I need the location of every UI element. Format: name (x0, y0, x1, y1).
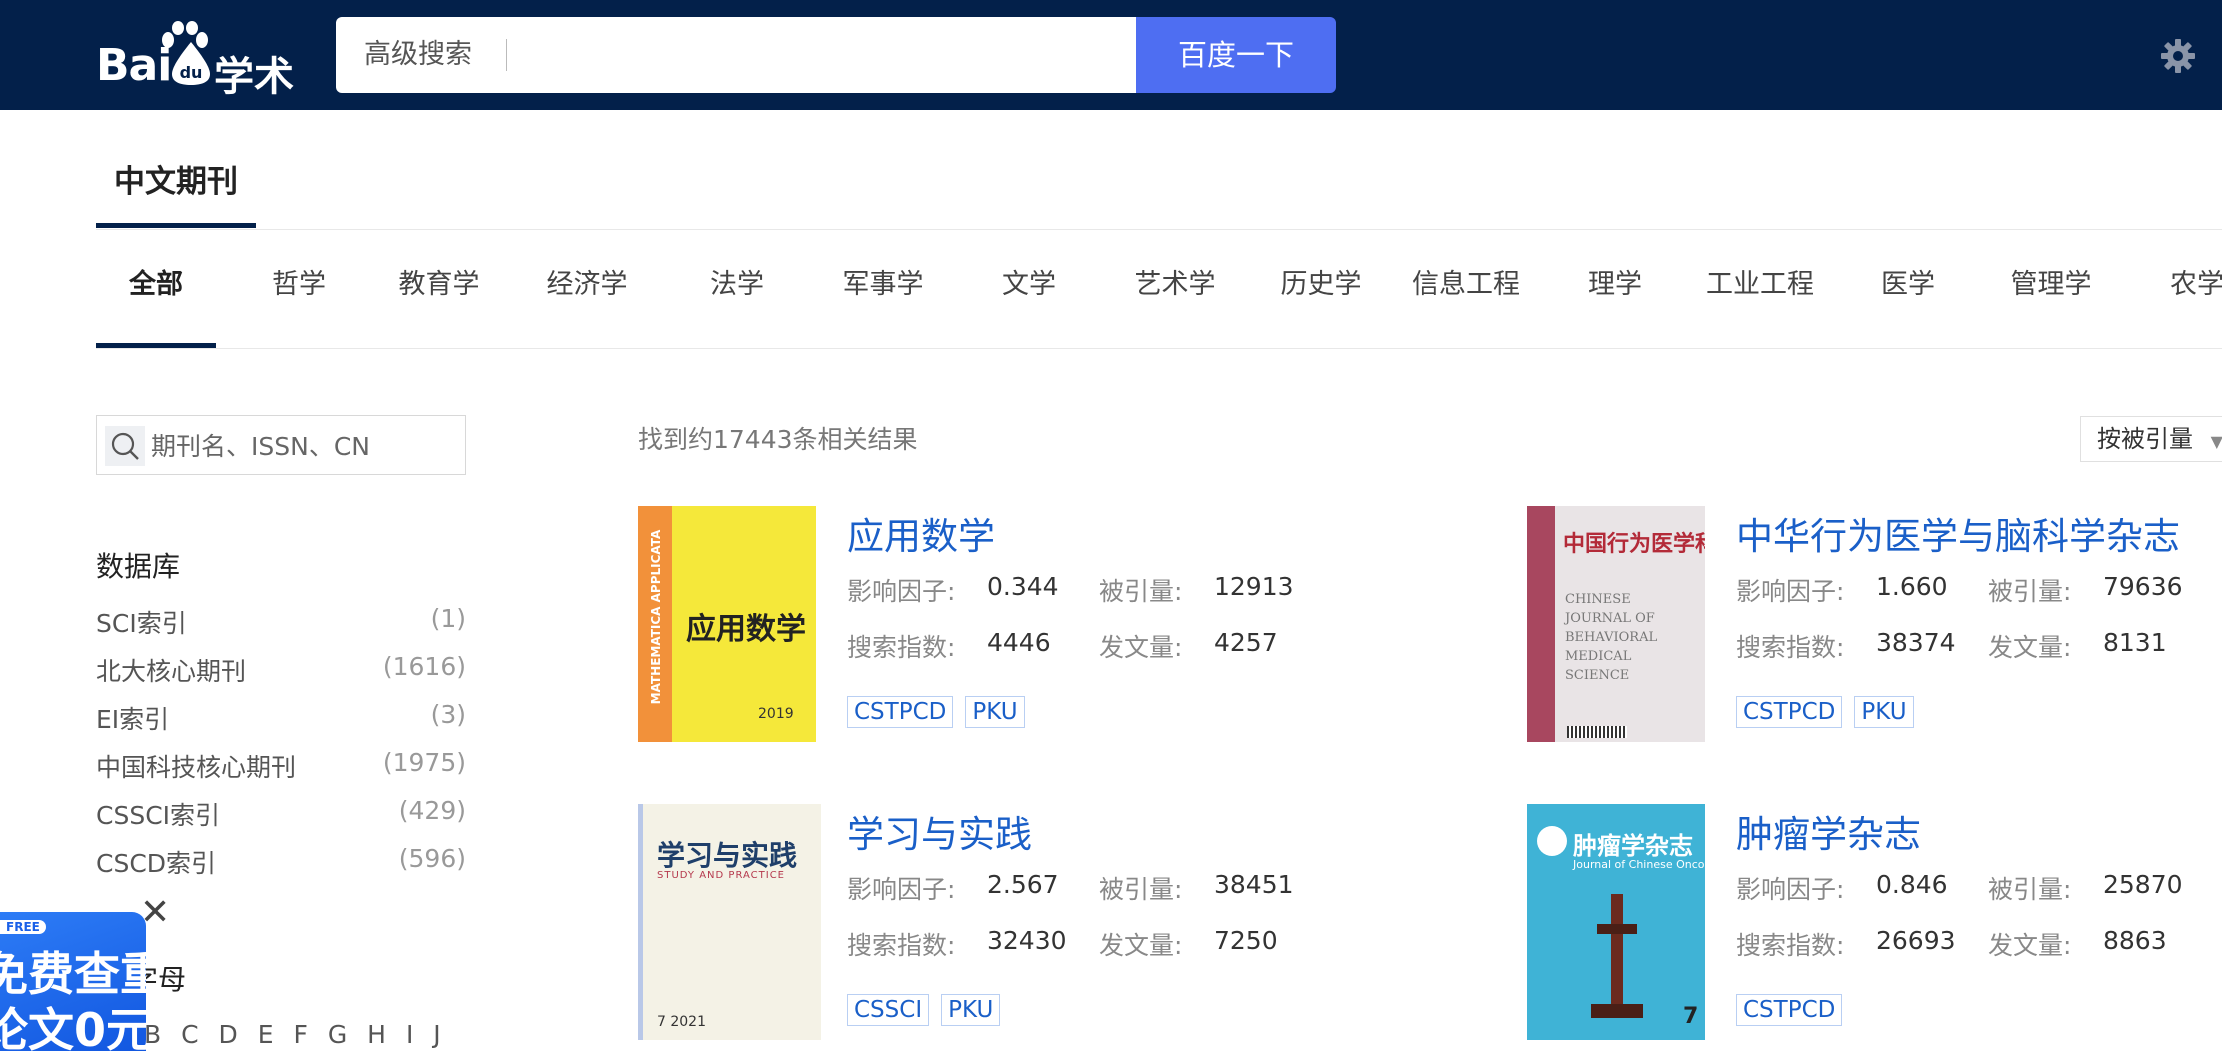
category-economics[interactable]: 经济学 (542, 262, 632, 348)
tag-badge[interactable]: CSTPCD (1736, 994, 1843, 1026)
cover-subtitle: Journal of Chinese Oncology (1573, 858, 1705, 871)
tag-badge[interactable]: CSTPCD (847, 696, 954, 728)
journal-title[interactable]: 应用数学 (847, 506, 995, 560)
promo-close-icon[interactable]: ✕ (140, 895, 170, 931)
letter-g[interactable]: G (328, 1020, 347, 1049)
letter-i[interactable]: I (406, 1020, 413, 1049)
tab-divider (96, 229, 2222, 230)
cover-subtitle: MATHEMATICA APPLICATA (649, 529, 663, 705)
database-item-pku[interactable]: 北大核心期刊 (1616) (96, 652, 466, 692)
search-button[interactable]: 百度一下 (1136, 17, 1336, 93)
journal-cover-image[interactable]: 肿瘤学杂志 Journal of Chinese Oncology 7 (1527, 804, 1705, 1040)
letter-d[interactable]: D (219, 1020, 238, 1049)
chevron-down-icon: ▼ (2210, 432, 2222, 451)
journal-card: 中国行为医学科学 CHINESE JOURNAL OF BEHAVIORAL M… (1527, 506, 2222, 766)
search-icon-box (105, 426, 145, 466)
logo-du-mark: du (172, 42, 210, 85)
journal-card: MATHEMATICA APPLICATA 应用数学 2019 应用数学 影响因… (638, 506, 1518, 766)
baidu-xueshu-logo[interactable]: Bai du 学术 (96, 20, 296, 100)
main-search-box: 高级搜索 (336, 17, 1136, 93)
database-title: 数据库 (96, 550, 181, 583)
top-header: Bai du 学术 高级搜索 百度一下 (0, 0, 2222, 110)
tag-badge[interactable]: PKU (1854, 696, 1914, 728)
search-divider (506, 39, 507, 71)
journal-card: 学习与实践 STUDY AND PRACTICE 7 2021 学习与实践 影响… (638, 804, 1518, 1064)
cover-year: 7 2021 (657, 1014, 706, 1030)
journal-tags: CSTPCD PKU (1736, 696, 1926, 728)
category-science[interactable]: 理学 (1570, 262, 1660, 348)
journal-title[interactable]: 肿瘤学杂志 (1736, 804, 1921, 858)
cover-subtitle: CHINESE JOURNAL OF BEHAVIORAL MEDICAL SC… (1565, 592, 1658, 683)
logo-text: Bai (96, 40, 172, 91)
category-education[interactable]: 教育学 (394, 262, 484, 348)
journal-cover-image[interactable]: 中国行为医学科学 CHINESE JOURNAL OF BEHAVIORAL M… (1527, 506, 1705, 742)
tag-badge[interactable]: PKU (941, 994, 1001, 1026)
category-medicine[interactable]: 医学 (1863, 262, 1953, 348)
database-item-cssci[interactable]: CSSCI索引 (429) (96, 796, 466, 836)
letter-e[interactable]: E (258, 1020, 274, 1049)
sort-dropdown[interactable]: 按被引量 ▼ (2080, 416, 2222, 462)
letter-b[interactable]: B (144, 1020, 161, 1049)
letter-filter-list: B C D E F G H I J (144, 1020, 453, 1049)
category-management[interactable]: 管理学 (1996, 262, 2106, 348)
journal-title[interactable]: 学习与实践 (847, 804, 1032, 858)
tag-badge[interactable]: PKU (965, 696, 1025, 728)
promo-line-2: 论文0元 (0, 1003, 146, 1051)
journal-card: 肿瘤学杂志 Journal of Chinese Oncology 7 肿瘤学杂… (1527, 804, 2222, 1064)
tab-chinese-journals[interactable]: 中文期刊 (96, 150, 256, 228)
main-search-input[interactable] (518, 27, 1122, 85)
cover-title: 肿瘤学杂志 (1573, 832, 1693, 860)
advanced-search-link[interactable]: 高级搜索 (364, 17, 472, 93)
cover-title: 学习与实践 (657, 839, 798, 872)
result-count: 找到约17443条相关结果 (638, 425, 918, 454)
category-military[interactable]: 军事学 (838, 262, 928, 348)
promo-free-badge: FREE (0, 920, 46, 934)
category-art[interactable]: 艺术学 (1130, 262, 1220, 348)
letter-h[interactable]: H (367, 1020, 386, 1049)
cover-subtitle: STUDY AND PRACTICE (657, 870, 785, 881)
category-literature[interactable]: 文学 (984, 262, 1074, 348)
sort-label: 按被引量 (2097, 425, 2193, 453)
letter-j[interactable]: J (433, 1020, 440, 1049)
journal-tags: CSSCI PKU (847, 994, 1012, 1026)
category-agriculture[interactable]: 农学 (2170, 262, 2222, 348)
category-divider (96, 348, 2222, 349)
journal-cover-image[interactable]: 学习与实践 STUDY AND PRACTICE 7 2021 (638, 804, 821, 1040)
journal-tags: CSTPCD PKU (847, 696, 1037, 728)
tag-badge[interactable]: CSSCI (847, 994, 930, 1026)
cover-year: 2019 (758, 706, 794, 722)
cover-title: 应用数学 (686, 612, 806, 647)
letter-c[interactable]: C (181, 1020, 198, 1049)
tab-active-underline (96, 223, 256, 228)
letter-f[interactable]: F (294, 1020, 308, 1049)
search-icon[interactable] (105, 426, 145, 466)
journal-tags: CSTPCD (1736, 994, 1854, 1026)
category-info-engineering[interactable]: 信息工程 (1406, 262, 1526, 348)
plagiarism-check-promo[interactable]: FREE 免费查重 论文0元 (0, 912, 146, 1051)
logo-xueshu-text: 学术 (214, 54, 294, 100)
database-item-sci[interactable]: SCI索引 (1) (96, 604, 466, 644)
category-industrial-engineering[interactable]: 工业工程 (1700, 262, 1820, 348)
tag-badge[interactable]: CSTPCD (1736, 696, 1843, 728)
category-all[interactable]: 全部 (96, 262, 216, 348)
subject-category-bar: 全部 哲学 教育学 经济学 法学 军事学 文学 艺术学 历史学 信息工程 理学 … (96, 262, 2222, 348)
category-philosophy[interactable]: 哲学 (254, 262, 344, 348)
journal-cover-image[interactable]: MATHEMATICA APPLICATA 应用数学 2019 (638, 506, 816, 742)
journal-title[interactable]: 中华行为医学与脑科学杂志 (1736, 506, 2180, 560)
category-history[interactable]: 历史学 (1276, 262, 1366, 348)
gear-icon[interactable] (2160, 38, 2196, 74)
journal-search-box (96, 415, 466, 475)
database-item-cstpcd[interactable]: 中国科技核心期刊 (1975) (96, 748, 466, 788)
svg-text:du: du (180, 63, 203, 82)
cover-year: 7 (1683, 1004, 1699, 1029)
category-law[interactable]: 法学 (692, 262, 782, 348)
database-item-ei[interactable]: EI索引 (3) (96, 700, 466, 740)
tab-label: 中文期刊 (114, 164, 238, 200)
cover-title: 中国行为医学科学 (1563, 531, 1705, 557)
database-item-cscd[interactable]: CSCD索引 (596) (96, 844, 466, 884)
journal-search-input[interactable] (149, 422, 453, 470)
